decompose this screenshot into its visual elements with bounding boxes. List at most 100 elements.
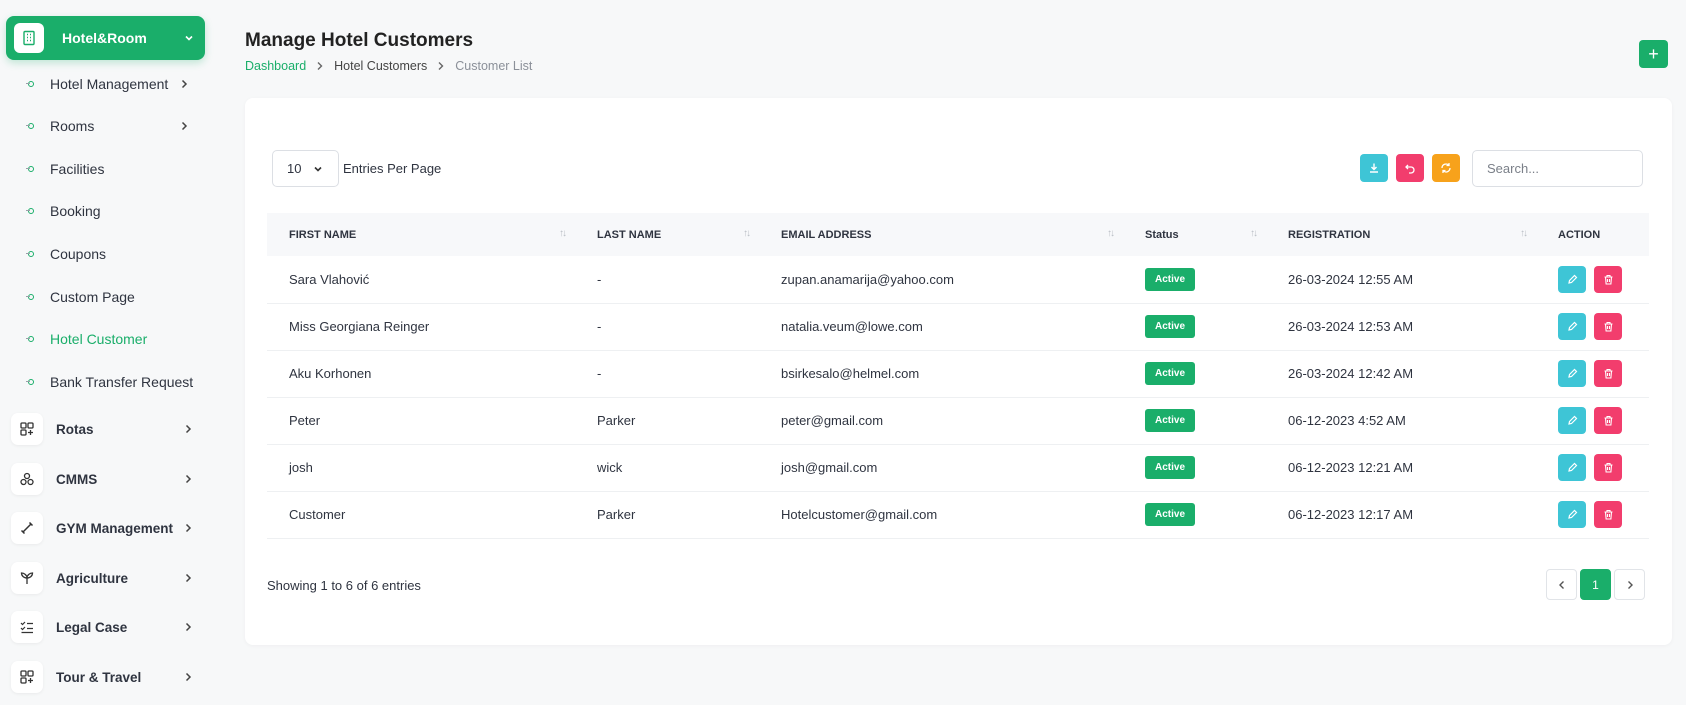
sidebar-item-booking[interactable]: Booking — [0, 196, 205, 226]
sidebar-item-custom-page[interactable]: Custom Page — [0, 282, 205, 312]
table-row: Customer Parker Hotelcustomer@gmail.com Act… — [267, 491, 1649, 538]
cell-action — [1536, 256, 1649, 303]
edit-button[interactable] — [1558, 407, 1586, 434]
sidebar: Hotel&Room Hotel Management Rooms Facili… — [0, 0, 218, 705]
search-input[interactable] — [1472, 150, 1643, 187]
column-header-registration[interactable]: REGISTRATION ↑↓ — [1266, 213, 1536, 256]
circles-icon — [11, 463, 43, 495]
sidebar-group-gym-management[interactable]: GYM Management — [0, 508, 205, 548]
cell-email: natalia.veum@lowe.com — [781, 319, 923, 334]
cell-registration: 06-12-2023 12:21 AM — [1288, 460, 1414, 475]
cell-first-name: Miss Georgiana Reinger — [289, 319, 430, 334]
column-header-last-name[interactable]: LAST NAME ↑↓ — [575, 213, 759, 256]
bullet-icon — [26, 166, 34, 172]
apps-plus-icon — [11, 661, 43, 693]
refresh-icon — [1440, 162, 1452, 174]
next-page-button[interactable] — [1614, 569, 1645, 600]
chevron-right-icon — [179, 121, 189, 131]
breadcrumb-hotel-customers[interactable]: Hotel Customers — [334, 59, 427, 73]
trash-icon — [1603, 321, 1614, 332]
delete-button[interactable] — [1594, 313, 1622, 340]
sidebar-item-label: Booking — [50, 203, 101, 219]
cell-registration: 06-12-2023 4:52 AM — [1288, 413, 1406, 428]
sidebar-group-label: Legal Case — [56, 619, 128, 635]
status-badge: Active — [1145, 503, 1196, 526]
cell-action — [1536, 491, 1649, 538]
breadcrumb: Dashboard Hotel Customers Customer List — [245, 59, 532, 73]
bullet-icon — [26, 123, 34, 129]
pencil-icon — [1567, 368, 1578, 379]
page-button-1[interactable]: 1 — [1580, 569, 1611, 600]
sidebar-group-hotel-room[interactable]: Hotel&Room — [6, 16, 205, 60]
sidebar-item-hotel-management[interactable]: Hotel Management — [0, 69, 205, 99]
entries-info: Showing 1 to 6 of 6 entries — [267, 578, 421, 593]
edit-button[interactable] — [1558, 360, 1586, 387]
entries-per-page-select[interactable]: 10 — [272, 150, 339, 187]
sidebar-item-label: Coupons — [50, 246, 107, 262]
cell-registration: 26-03-2024 12:53 AM — [1288, 319, 1414, 334]
edit-button[interactable] — [1558, 265, 1586, 293]
building-icon — [14, 23, 44, 53]
prev-page-button[interactable] — [1546, 569, 1577, 600]
bullet-icon — [26, 336, 34, 342]
sidebar-group-label: Tour & Travel — [56, 669, 142, 685]
status-badge: Active — [1145, 456, 1196, 479]
cell-last-name: Parker — [597, 413, 636, 428]
reset-button[interactable] — [1396, 154, 1424, 182]
cell-first-name: Customer — [289, 507, 346, 522]
cell-action — [1536, 303, 1649, 350]
delete-button[interactable] — [1594, 454, 1622, 481]
bullet-icon — [26, 294, 34, 300]
sidebar-item-facilities[interactable]: Facilities — [0, 154, 205, 184]
table-row: Peter Parker peter@gmail.com Active 06-12-20… — [267, 397, 1649, 444]
table-row: Aku Korhonen - bsirkesalo@helmel.com Active… — [267, 350, 1649, 397]
per-page-value: 10 — [287, 161, 302, 176]
sidebar-group-cmms[interactable]: CMMS — [0, 459, 205, 499]
column-header-email[interactable]: EMAIL ADDRESS ↑↓ — [759, 213, 1123, 256]
cell-last-name: Parker — [597, 507, 636, 522]
sidebar-group-label: Agriculture — [56, 570, 129, 586]
sidebar-item-hotel-customer[interactable]: Hotel Customer — [0, 324, 205, 354]
cell-action — [1536, 444, 1649, 491]
delete-button[interactable] — [1594, 501, 1622, 528]
pencil-icon — [1567, 509, 1578, 520]
cell-registration: 26-03-2024 12:42 AM — [1288, 366, 1414, 381]
edit-button[interactable] — [1558, 501, 1586, 528]
edit-button[interactable] — [1558, 313, 1586, 340]
sidebar-group-tour-travel[interactable]: Tour & Travel — [0, 657, 205, 697]
delete-button[interactable] — [1594, 407, 1622, 434]
sidebar-item-label: Bank Transfer Request — [50, 374, 194, 390]
add-customer-button[interactable]: + — [1639, 40, 1668, 68]
table-header-row: FIRST NAME ↑↓ LAST NAME ↑↓ EMAIL ADDRESS ↑↓… — [267, 213, 1649, 256]
sidebar-group-legal-case[interactable]: Legal Case — [0, 607, 205, 647]
sidebar-item-label: Hotel Customer — [50, 331, 148, 347]
column-header-status[interactable]: Status ↑↓ — [1123, 213, 1266, 256]
cell-status: Active — [1123, 303, 1266, 350]
column-header-first-name[interactable]: FIRST NAME ↑↓ — [267, 213, 575, 256]
cell-status: Active — [1123, 397, 1266, 444]
trash-icon — [1603, 274, 1614, 285]
sidebar-group-agriculture[interactable]: Agriculture — [0, 558, 205, 598]
grid-icon — [11, 413, 43, 445]
breadcrumb-dashboard[interactable]: Dashboard — [245, 59, 306, 73]
status-badge: Active — [1145, 315, 1196, 338]
pencil-icon — [1567, 321, 1578, 332]
sidebar-item-bank-transfer-request[interactable]: Bank Transfer Request — [0, 367, 205, 397]
export-button[interactable] — [1360, 154, 1388, 182]
sidebar-group-label: Rotas — [56, 421, 94, 437]
delete-button[interactable] — [1594, 265, 1622, 293]
cell-email: josh@gmail.com — [781, 460, 878, 475]
customers-table: FIRST NAME ↑↓ LAST NAME ↑↓ EMAIL ADDRESS ↑↓… — [267, 213, 1649, 539]
edit-button[interactable] — [1558, 454, 1586, 481]
sidebar-item-rooms[interactable]: Rooms — [0, 111, 205, 141]
cell-email: peter@gmail.com — [781, 413, 884, 428]
pagination: 1 — [1546, 569, 1645, 600]
chevron-down-icon — [312, 163, 324, 175]
cell-last-name: - — [597, 319, 602, 334]
refresh-button[interactable] — [1432, 154, 1460, 182]
delete-button[interactable] — [1594, 360, 1622, 387]
trash-icon — [1603, 509, 1614, 520]
sidebar-item-coupons[interactable]: Coupons — [0, 239, 205, 269]
sidebar-group-rotas[interactable]: Rotas — [0, 409, 205, 449]
chevron-right-icon — [183, 672, 193, 682]
